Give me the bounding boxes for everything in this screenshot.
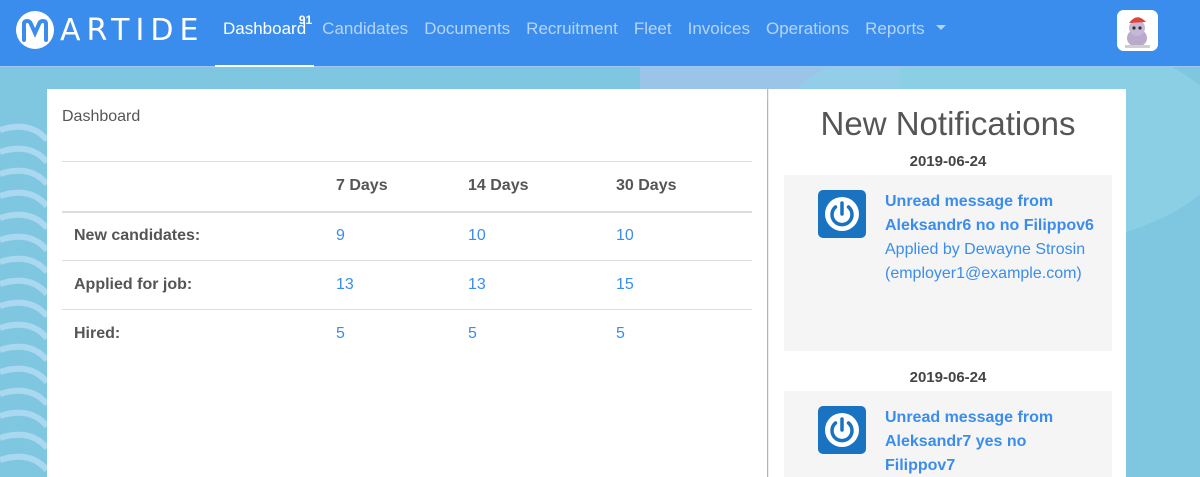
- nav-documents[interactable]: Documents: [416, 0, 518, 67]
- power-icon: [818, 406, 866, 454]
- nav-recruitment-label: Recruitment: [526, 19, 618, 38]
- brand-name: ARTIDE: [60, 12, 205, 48]
- notification-subtitle: Applied by Dewayne Strosin (employer1@ex…: [885, 241, 1086, 282]
- notification-date: 2019-06-24: [909, 369, 987, 386]
- notifications-panel: New Notifications 2019-06-24 Unread mess…: [768, 89, 1126, 477]
- value-applied-7-days[interactable]: 13: [324, 261, 456, 310]
- notification-text: Unread message from Aleksandr6 no no Fil…: [885, 190, 1095, 286]
- value-applied-14-days[interactable]: 13: [456, 261, 604, 310]
- notification-title[interactable]: Unread message from Aleksandr7 yes no Fi…: [885, 406, 1095, 477]
- table-row: Applied for job: 13 13 15: [62, 261, 752, 310]
- row-label-applied-for-job: Applied for job:: [74, 276, 193, 293]
- notification-text: Unread message from Aleksandr7 yes no Fi…: [885, 406, 1095, 477]
- top-navbar: ARTIDE Dashboard 91 Candidates Documents…: [0, 0, 1200, 67]
- column-header: [62, 162, 324, 212]
- nav-operations-label: Operations: [765, 19, 850, 38]
- table-header-row: 7 Days 14 Days 30 Days: [62, 161, 752, 212]
- column-header-14-days: 14 Days: [468, 177, 529, 195]
- row-label-hired: Hired:: [74, 325, 121, 343]
- column-header-7-days: 7 Days: [336, 177, 388, 195]
- nav-reports-label: Reports: [865, 19, 925, 38]
- value-new-candidates-30-days[interactable]: 10: [604, 212, 752, 261]
- nav-candidates[interactable]: Candidates: [314, 0, 416, 67]
- nav-operations[interactable]: Operations: [758, 0, 857, 67]
- nav-candidates-label: Candidates: [322, 19, 409, 38]
- brand-logo[interactable]: ARTIDE: [16, 10, 204, 50]
- table-row: New candidates: 9 10 10: [62, 212, 752, 261]
- nav-dashboard-label: Dashboard: [223, 19, 307, 38]
- value-applied-30-days[interactable]: 15: [604, 261, 752, 310]
- notification-count-badge: 91: [298, 13, 313, 27]
- table-row: Hired: 5 5 5: [62, 310, 752, 359]
- notifications-heading: New Notifications: [820, 105, 1076, 142]
- value-new-candidates-7-days[interactable]: 9: [324, 212, 456, 261]
- nav-fleet[interactable]: Fleet: [626, 0, 680, 67]
- notification-title[interactable]: Unread message from Aleksandr6 no no Fil…: [885, 190, 1095, 238]
- logo-m-icon: [16, 11, 54, 49]
- chevron-down-icon: [936, 25, 947, 31]
- main-nav: Dashboard 91 Candidates Documents Recrui…: [215, 0, 954, 67]
- column-header-30-days: 30 Days: [616, 177, 677, 195]
- row-label-new-candidates: New candidates:: [74, 227, 201, 245]
- nav-invoices-label: Invoices: [687, 19, 750, 38]
- nav-recruitment[interactable]: Recruitment: [518, 0, 626, 67]
- power-icon: [818, 190, 866, 238]
- user-avatar[interactable]: [1117, 10, 1158, 51]
- nav-fleet-label: Fleet: [633, 19, 672, 38]
- value-hired-7-days[interactable]: 5: [324, 310, 456, 359]
- notification-date: 2019-06-24: [909, 153, 987, 170]
- nav-documents-label: Documents: [424, 19, 511, 38]
- notification-item[interactable]: Unread message from Aleksandr6 no no Fil…: [784, 175, 1112, 351]
- stats-table: 7 Days 14 Days 30 Days New candidates: 9…: [62, 161, 752, 359]
- value-hired-30-days[interactable]: 5: [604, 310, 752, 359]
- nav-dashboard[interactable]: Dashboard 91: [215, 0, 315, 67]
- value-hired-14-days[interactable]: 5: [456, 310, 604, 359]
- dashboard-card: Dashboard 7 Days 14 Days 30 Days New can…: [47, 89, 767, 477]
- nav-reports-dropdown[interactable]: Reports: [857, 0, 954, 67]
- notification-item[interactable]: Unread message from Aleksandr7 yes no Fi…: [784, 391, 1112, 477]
- value-new-candidates-14-days[interactable]: 10: [456, 212, 604, 261]
- nav-invoices[interactable]: Invoices: [680, 0, 758, 67]
- page-title: Dashboard: [62, 108, 141, 125]
